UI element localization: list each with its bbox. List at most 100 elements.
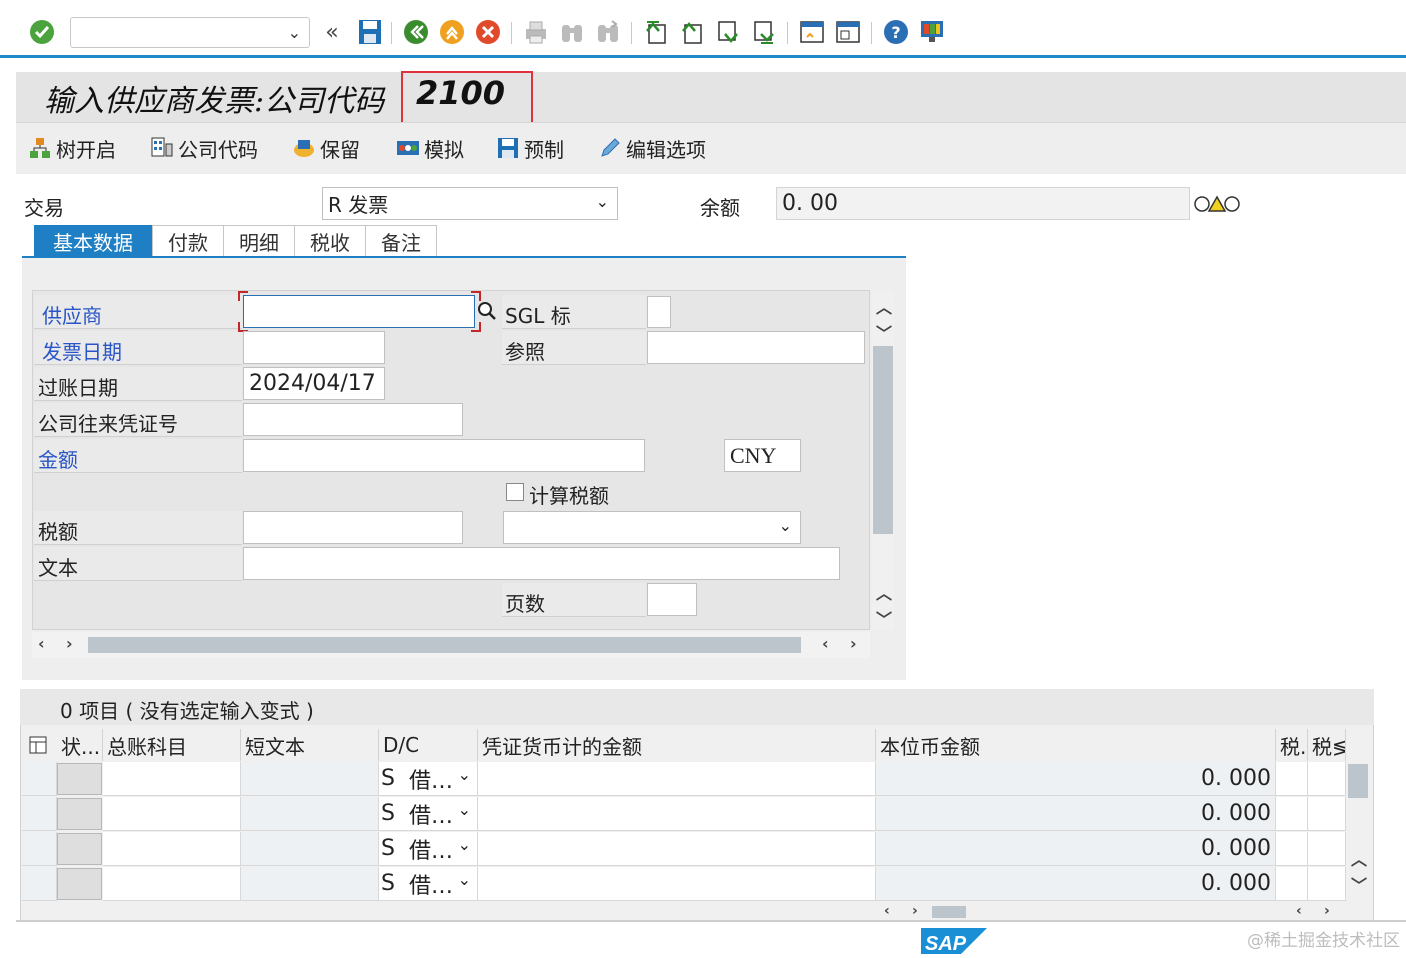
scroll-up-icon[interactable]: ︿: [876, 294, 892, 318]
search-help-icon[interactable]: [476, 300, 498, 326]
row-status-button[interactable]: [57, 868, 102, 900]
invoice-date-input[interactable]: [243, 331, 385, 364]
chevron-down-icon[interactable]: ⌄: [458, 835, 471, 854]
row-selector[interactable]: [22, 797, 57, 831]
short-text-cell[interactable]: [241, 832, 379, 866]
reference-input[interactable]: [647, 331, 865, 364]
tax-code-cell[interactable]: [1308, 867, 1346, 901]
table-hscroll-thumb[interactable]: [932, 906, 966, 918]
tab-payment[interactable]: 付款: [152, 225, 224, 257]
previous-page-icon[interactable]: [678, 18, 706, 46]
tab-tax[interactable]: 税收: [294, 225, 366, 257]
row-status-button[interactable]: [57, 798, 102, 830]
column-header-dc[interactable]: D/C: [379, 729, 478, 761]
short-text-cell[interactable]: [241, 867, 379, 901]
tax-checkbox-cell[interactable]: [1276, 832, 1308, 866]
tax-code-cell[interactable]: [1308, 797, 1346, 831]
posting-date-input[interactable]: 2024/04/17: [243, 367, 385, 400]
editing-options-button[interactable]: 编辑选项: [598, 134, 706, 162]
column-header-gl-account[interactable]: 总账科目: [103, 729, 241, 761]
first-page-icon[interactable]: [642, 18, 670, 46]
form-scroll-thumb[interactable]: [873, 346, 893, 534]
park-button[interactable]: 预制: [496, 134, 564, 162]
doc-amount-cell[interactable]: [478, 832, 876, 866]
simulate-button[interactable]: 模拟: [396, 134, 464, 162]
tab-basic-data[interactable]: 基本数据: [34, 225, 152, 257]
doc-amount-cell[interactable]: [478, 762, 876, 796]
doc-amount-cell[interactable]: [478, 797, 876, 831]
shortcut-icon[interactable]: [834, 18, 862, 46]
row-selector[interactable]: [22, 762, 57, 796]
cross-company-input[interactable]: [243, 403, 463, 436]
scroll-down-icon[interactable]: ﹀: [876, 320, 892, 344]
row-status-button[interactable]: [57, 763, 102, 795]
transaction-select[interactable]: R 发票 ⌄: [322, 187, 618, 220]
column-header-local-amount[interactable]: 本位币金额: [876, 729, 1276, 761]
vendor-input[interactable]: [243, 295, 475, 328]
gl-account-cell[interactable]: [103, 832, 241, 866]
tax-code-cell[interactable]: [1308, 832, 1346, 866]
short-text-cell[interactable]: [241, 797, 379, 831]
company-code-button[interactable]: 公司代码: [150, 134, 258, 162]
column-header-status[interactable]: 状...: [57, 729, 103, 761]
row-selector[interactable]: [22, 832, 57, 866]
calculate-tax-checkbox[interactable]: [506, 483, 524, 501]
command-field[interactable]: ⌄: [70, 17, 310, 48]
amount-input[interactable]: [243, 439, 645, 472]
tax-checkbox-cell[interactable]: [1276, 867, 1308, 901]
scroll-down-icon[interactable]: ﹀: [876, 606, 892, 630]
chevron-down-icon[interactable]: ⌄: [458, 765, 471, 784]
chevron-down-icon[interactable]: ⌄: [458, 870, 471, 889]
scroll-up-icon[interactable]: ︿: [876, 580, 892, 604]
sgl-input[interactable]: [647, 296, 671, 328]
column-header-tax[interactable]: 税.: [1276, 729, 1308, 761]
row-status-button[interactable]: [57, 833, 102, 865]
scroll-right-icon[interactable]: ›: [912, 903, 918, 919]
cancel-icon[interactable]: [474, 18, 502, 46]
hold-button[interactable]: 保留: [292, 134, 360, 162]
save-icon[interactable]: [356, 18, 384, 46]
tax-checkbox-cell[interactable]: [1276, 762, 1308, 796]
help-icon[interactable]: ?: [882, 18, 910, 46]
tax-checkbox-cell[interactable]: [1276, 797, 1308, 831]
column-header-doc-amount[interactable]: 凭证货币计的金额: [478, 729, 876, 761]
chevron-down-icon[interactable]: ⌄: [288, 23, 301, 42]
short-text-cell[interactable]: [241, 762, 379, 796]
new-session-icon[interactable]: [798, 18, 826, 46]
scroll-right-icon[interactable]: ›: [850, 634, 857, 653]
scroll-left-icon[interactable]: ‹: [822, 634, 829, 653]
exit-icon[interactable]: [438, 18, 466, 46]
gl-account-cell[interactable]: [103, 797, 241, 831]
chevron-down-icon[interactable]: ⌄: [458, 800, 471, 819]
scroll-left-icon[interactable]: ‹: [1296, 903, 1302, 919]
dc-select[interactable]: S 借… ⌄: [379, 867, 478, 901]
gl-account-cell[interactable]: [103, 867, 241, 901]
dc-select[interactable]: S 借… ⌄: [379, 832, 478, 866]
dc-select[interactable]: S 借… ⌄: [379, 797, 478, 831]
last-page-icon[interactable]: [750, 18, 778, 46]
tab-details[interactable]: 明细: [223, 225, 295, 257]
scroll-down-icon[interactable]: ﹀: [1351, 872, 1367, 896]
pages-input[interactable]: [647, 583, 697, 616]
doc-amount-cell[interactable]: [478, 867, 876, 901]
column-header-tax-code[interactable]: 税≶: [1308, 729, 1346, 761]
scroll-left-icon[interactable]: ‹: [884, 903, 890, 919]
table-settings-icon[interactable]: [28, 735, 48, 759]
tree-on-button[interactable]: 树开启: [28, 134, 116, 162]
tax-code-select[interactable]: ⌄: [503, 511, 801, 544]
text-input[interactable]: [243, 547, 840, 580]
tax-amount-input[interactable]: [243, 511, 463, 544]
column-header-short-text[interactable]: 短文本: [241, 729, 379, 761]
table-scroll-thumb[interactable]: [1348, 764, 1368, 798]
row-selector[interactable]: [22, 867, 57, 901]
chevron-down-icon[interactable]: ⌄: [779, 516, 792, 535]
enter-icon[interactable]: [28, 18, 56, 46]
customize-layout-icon[interactable]: [918, 18, 946, 46]
gl-account-cell[interactable]: [103, 762, 241, 796]
chevron-down-icon[interactable]: ⌄: [596, 192, 609, 211]
tab-notes[interactable]: 备注: [365, 225, 437, 257]
dc-select[interactable]: S 借… ⌄: [379, 762, 478, 796]
scroll-right-icon[interactable]: ›: [66, 634, 73, 653]
tax-code-cell[interactable]: [1308, 762, 1346, 796]
back-icon[interactable]: [402, 18, 430, 46]
